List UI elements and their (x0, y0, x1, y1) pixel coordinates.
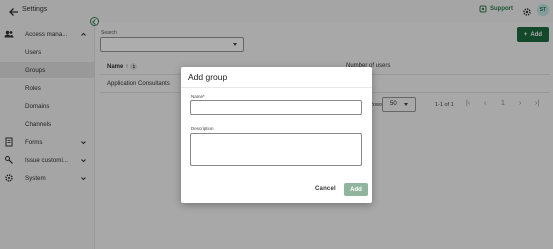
cancel-button[interactable]: Cancel (315, 186, 336, 192)
add-group-dialog: Add group Name* Description Cancel Add (181, 67, 372, 203)
name-field[interactable] (190, 100, 362, 115)
dialog-title: Add group (188, 72, 228, 82)
divider (181, 87, 372, 88)
add-button[interactable]: Add (344, 183, 368, 196)
name-label: Name* (191, 94, 205, 99)
description-label: Description (191, 126, 214, 131)
description-field[interactable] (190, 133, 362, 166)
